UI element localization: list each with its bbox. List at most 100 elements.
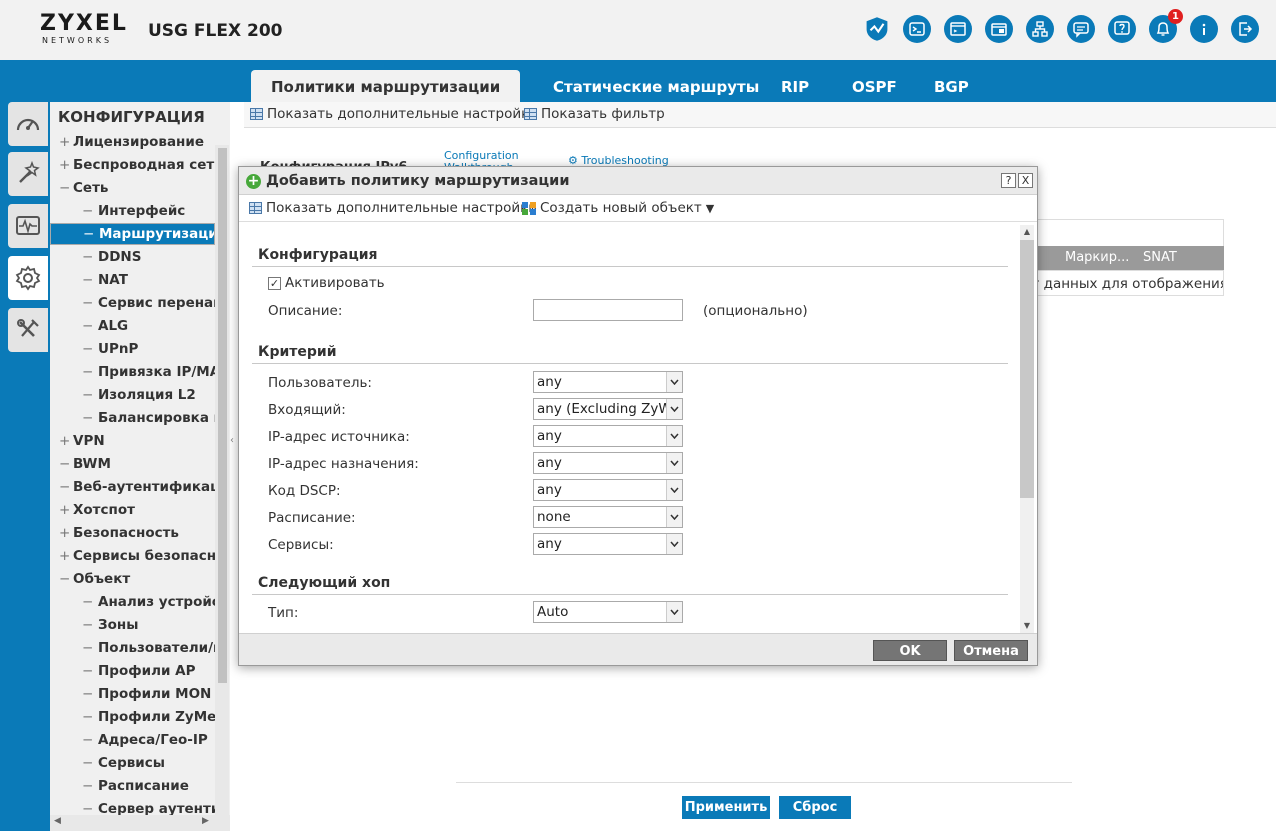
chevron-down-icon[interactable] (666, 507, 682, 527)
sidebar-scroll-thumb[interactable] (218, 148, 227, 683)
reset-button[interactable]: Сброс (779, 796, 851, 819)
shield-icon[interactable] (863, 15, 891, 43)
tab-routing-policies[interactable]: Политики маршрутизации (251, 70, 521, 102)
help-icon[interactable] (1108, 15, 1136, 43)
chevron-down-icon[interactable] (666, 426, 682, 446)
info-icon[interactable] (1190, 15, 1218, 43)
console-icon[interactable] (944, 15, 972, 43)
create-new-object-menu[interactable]: Создать новый объект ▼ (522, 200, 714, 216)
sidebar-item[interactable]: − Профили MON (50, 683, 215, 706)
sidebar-item[interactable]: − UPnP (50, 338, 215, 361)
sidebar-item-label: UPnP (98, 341, 139, 357)
criteria-select[interactable]: any (533, 425, 683, 447)
add-routing-policy-dialog: + Добавить политику маршрутизации ? X По… (238, 166, 1038, 666)
criteria-select[interactable]: none (533, 506, 683, 528)
chevron-down-icon[interactable] (666, 602, 682, 622)
tools-icon[interactable] (8, 308, 48, 352)
sidebar-item[interactable]: − BWM (50, 453, 215, 476)
sidebar-item[interactable]: +Сервисы безопасности (50, 545, 215, 568)
sidebar-item[interactable]: −Сервис перенаправления (50, 292, 215, 315)
sidebar-item[interactable]: −Пользователи/группы (50, 637, 215, 660)
sidebar-item-label: Профили AP (98, 663, 196, 679)
dashboard-icon[interactable] (8, 102, 48, 146)
dialog-scroll-thumb[interactable] (1020, 240, 1034, 498)
tab-bgp[interactable]: BGP (934, 70, 969, 102)
tree-branch-icon: − (83, 226, 95, 242)
type-select[interactable]: Auto (533, 601, 683, 623)
scroll-left-arrow-icon[interactable]: ◀ (54, 816, 61, 826)
show-filter-link[interactable]: Показать фильтр (524, 106, 665, 122)
logout-icon[interactable] (1231, 15, 1259, 43)
criteria-select[interactable]: any (533, 533, 683, 555)
description-input[interactable] (533, 299, 683, 321)
expand-icon: + (59, 525, 71, 541)
gear-icon[interactable] (8, 256, 48, 300)
sidebar-item[interactable]: − Адреса/Гео-IP (50, 729, 215, 752)
sidebar-item[interactable]: − NAT (50, 269, 215, 292)
tab-rip[interactable]: RIP (781, 70, 809, 102)
tree-branch-icon: − (59, 456, 71, 472)
sidebar-item[interactable]: −Анализ устройств (50, 591, 215, 614)
sidebar-item[interactable]: − Профили AP (50, 660, 215, 683)
sidebar-item-label: Хотспот (73, 502, 135, 518)
sidebar-item-label: Маршрутизация (99, 226, 215, 242)
criteria-label: Расписание: (268, 510, 356, 526)
help-button[interactable]: ? (1001, 173, 1016, 188)
sidebar-item-label: DDNS (98, 249, 142, 265)
sidebar-item[interactable]: − ALG (50, 315, 215, 338)
sidebar-item[interactable]: − Сервисы (50, 752, 215, 775)
criteria-select[interactable]: any (533, 452, 683, 474)
dialog-show-advanced-link[interactable]: Показать дополнительные настройки (249, 200, 537, 216)
sidebar-item[interactable]: −Веб-аутентификация (50, 476, 215, 499)
window-icon[interactable] (985, 15, 1013, 43)
sidebar-item[interactable]: − Расписание (50, 775, 215, 798)
chevron-down-icon[interactable] (666, 453, 682, 473)
wizard-icon[interactable] (8, 152, 48, 196)
monitor-icon[interactable] (8, 204, 48, 248)
ok-button[interactable]: OK (873, 640, 947, 661)
activate-checkbox[interactable]: ✓ (268, 277, 281, 290)
chevron-down-icon[interactable] (666, 480, 682, 500)
sidebar-title: КОНФИГУРАЦИЯ (58, 108, 205, 126)
sidebar-item[interactable]: + Хотспот (50, 499, 215, 522)
sidebar-item[interactable]: − Изоляция L2 (50, 384, 215, 407)
sidebar-item[interactable]: −Привязка IP/MAC (50, 361, 215, 384)
sidebar-item[interactable]: − Объект (50, 568, 215, 591)
sidebar-item[interactable]: + Безопасность (50, 522, 215, 545)
col-header-marking[interactable]: Маркир... (1065, 246, 1129, 270)
criteria-select[interactable]: any (533, 479, 683, 501)
bell-icon[interactable]: 1 (1149, 9, 1183, 43)
scroll-down-arrow-icon[interactable]: ▼ (1020, 619, 1034, 633)
col-header-snat[interactable]: SNAT (1143, 246, 1177, 270)
sidebar-item[interactable]: + Лицензирование (50, 131, 215, 154)
sidebar-item[interactable]: + VPN (50, 430, 215, 453)
sidebar-item[interactable]: − Интерфейс (50, 200, 215, 223)
sidebar-item[interactable]: −Профили ZyMesh (50, 706, 215, 729)
cli-icon[interactable] (903, 15, 931, 43)
sidebar-hscrollbar[interactable]: ◀ ▶ (50, 815, 230, 831)
chevron-down-icon[interactable] (666, 534, 682, 554)
tab-ospf[interactable]: OSPF (852, 70, 897, 102)
scroll-right-arrow-icon[interactable]: ▶ (202, 816, 209, 826)
chevron-down-icon[interactable] (666, 372, 682, 392)
apply-button[interactable]: Применить (682, 796, 770, 819)
close-button[interactable]: X (1018, 173, 1033, 188)
show-advanced-link[interactable]: Показать дополнительные настройки (250, 106, 538, 122)
scroll-up-arrow-icon[interactable]: ▲ (1020, 225, 1034, 239)
cancel-button[interactable]: Отмена (954, 640, 1028, 661)
chevron-down-icon[interactable] (666, 399, 682, 419)
tab-static-routes[interactable]: Статические маршруты (553, 70, 759, 102)
sidebar-item[interactable]: − Зоны (50, 614, 215, 637)
sidebar-item[interactable]: −Балансировка нагрузки (50, 407, 215, 430)
sidebar-item[interactable]: − Сеть (50, 177, 215, 200)
sitemap-icon[interactable] (1026, 15, 1054, 43)
criteria-select-value: any (537, 428, 562, 444)
sidebar-item[interactable]: + Беспроводная сеть (50, 154, 215, 177)
tree-branch-icon: − (82, 341, 94, 357)
criteria-select[interactable]: any (533, 371, 683, 393)
sidebar-item[interactable]: − Маршрутизация (50, 223, 215, 245)
sidebar-item[interactable]: − DDNS (50, 246, 215, 269)
criteria-label: IP-адрес источника: (268, 429, 410, 445)
criteria-select[interactable]: any (Excluding ZyWALL) (533, 398, 683, 420)
chat-icon[interactable] (1067, 15, 1095, 43)
